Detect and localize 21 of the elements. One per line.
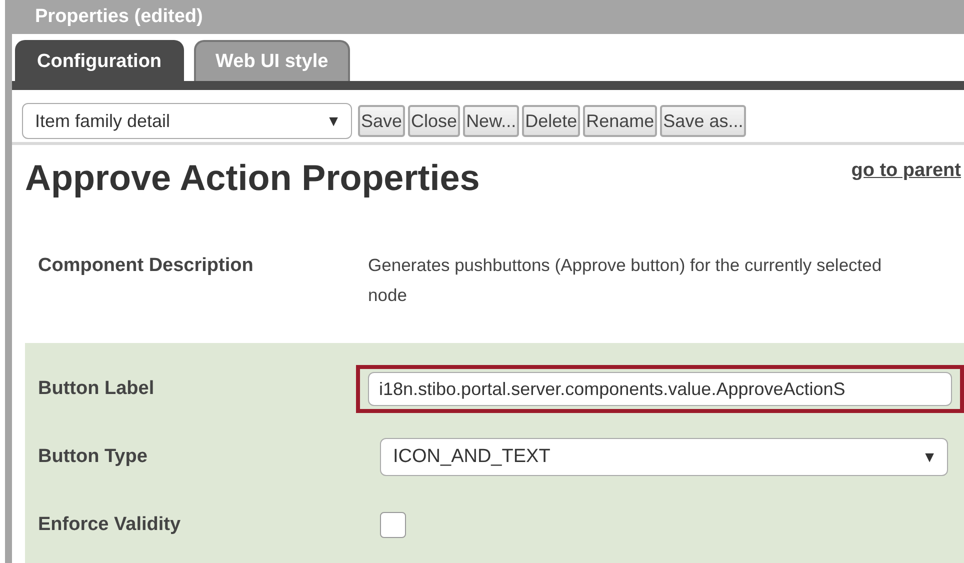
tab[interactable]: Configuration — [15, 40, 184, 81]
toolbar-button[interactable]: Save — [358, 105, 406, 137]
description-text: Generates pushbuttons (Approve button) for the currently selected node — [368, 254, 883, 307]
checkbox[interactable] — [380, 512, 406, 538]
toolbar-button[interactable]: Close — [408, 105, 460, 137]
text-field[interactable]: i18n.stibo.portal.server.components.value.ApproveActionS — [368, 372, 952, 406]
toolbar-button[interactable]: New... — [463, 105, 520, 137]
page-heading: Approve Action Properties — [25, 157, 480, 199]
dropdown-arrow-icon: ▼ — [922, 448, 937, 466]
field-label: Component Description — [38, 255, 254, 278]
toolbar-button[interactable]: Delete — [522, 105, 580, 137]
go-to-parent-link[interactable]: go to parent — [851, 160, 961, 182]
dropdown-arrow-icon: ▼ — [326, 112, 341, 130]
field-label: Button Type — [38, 446, 148, 468]
view-select[interactable]: Item family detail ▼ — [22, 103, 352, 139]
window-title: Properties (edited) — [35, 6, 203, 28]
type-select[interactable]: ICON_AND_TEXT ▼ — [380, 438, 948, 476]
field-label: Enforce Validity — [38, 514, 182, 536]
toolbar-button[interactable]: Save as... — [660, 105, 746, 137]
toolbar-button[interactable]: Rename — [583, 105, 658, 137]
field-label: Button Label — [38, 378, 156, 400]
